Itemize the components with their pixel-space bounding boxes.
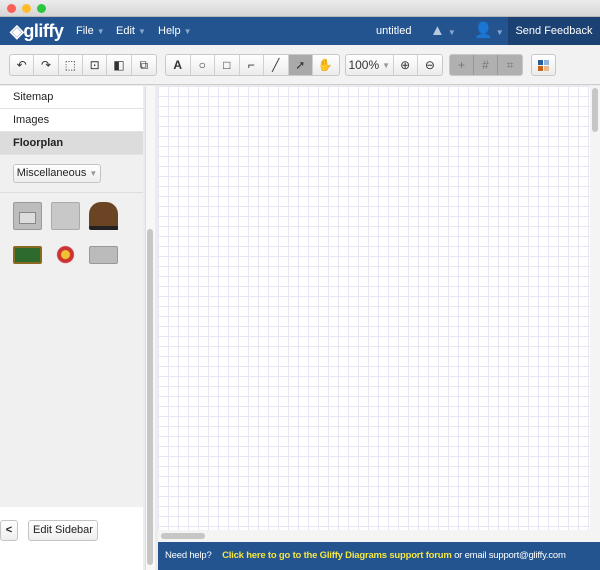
caret-down-icon: ▼	[96, 27, 105, 36]
menu-label: Edit	[116, 25, 135, 37]
send-back-icon[interactable]: ⧉	[132, 55, 156, 75]
caret-down-icon: ▼	[89, 169, 98, 178]
menu-help[interactable]: Help ▼	[158, 25, 192, 37]
maximize-window-button[interactable]	[37, 4, 46, 13]
diagram-canvas[interactable]	[158, 86, 590, 530]
menu-label: Help	[158, 25, 181, 37]
document-title[interactable]: untitled	[376, 25, 411, 37]
canvas-vscroll-thumb[interactable]	[592, 88, 598, 132]
caret-down-icon: ▼	[137, 27, 146, 36]
piano-shape[interactable]	[89, 202, 118, 230]
collapse-sidebar-button[interactable]: <	[0, 520, 18, 541]
hand-icon[interactable]: ✋	[313, 55, 338, 75]
sidebar: Sitemap Images Floorplan Miscellaneous ▼	[0, 86, 143, 507]
undo-icon[interactable]: ↶	[10, 55, 35, 75]
canvas-hscroll-thumb[interactable]	[161, 533, 205, 539]
zoom-out-icon[interactable]: ⊖	[418, 55, 442, 75]
help-prefix: Need help?	[165, 550, 212, 561]
drum-kit-shape[interactable]	[51, 242, 80, 270]
window-titlebar	[0, 0, 600, 17]
bring-front-icon[interactable]: ◧	[107, 55, 132, 75]
close-window-button[interactable]	[7, 4, 16, 13]
minimize-window-button[interactable]	[22, 4, 31, 13]
gliffy-logo[interactable]: ◈gliffy	[10, 21, 64, 42]
sidebar-item-images[interactable]: Images	[0, 109, 143, 132]
send-feedback-button[interactable]: Send Feedback	[508, 17, 600, 45]
line-icon[interactable]: ╱	[264, 55, 289, 75]
menu-file[interactable]: File ▼	[76, 25, 105, 37]
guides-icon[interactable]: +	[450, 55, 474, 75]
connector-icon[interactable]: ⌐	[240, 55, 264, 75]
caret-down-icon: ▼	[382, 60, 391, 70]
group-icon[interactable]: ⊡	[83, 55, 108, 75]
fireplace-shape[interactable]	[89, 246, 118, 264]
select-all-icon[interactable]: ⬚	[59, 55, 83, 75]
canvas-horizontal-scrollbar[interactable]	[158, 530, 590, 542]
toolbar: ↶ ↷ ⬚ ⊡ ◧ ⧉ A ○ □ ⌐ ╱ ➚ ✋ 100% ▼ ⊕ ⊖ + # …	[0, 45, 600, 85]
edit-tools-group: ↶ ↷ ⬚ ⊡ ◧ ⧉	[9, 54, 157, 76]
zoom-dropdown[interactable]: 100% ▼	[346, 55, 394, 75]
pointer-icon[interactable]: ➚	[288, 55, 313, 75]
logo-icon: ◈	[10, 21, 24, 41]
snap-icon[interactable]: ⌗	[498, 55, 522, 75]
sidebar-item-floorplan[interactable]: Floorplan	[0, 132, 143, 155]
help-email-text: or email support@gliffy.com	[454, 550, 566, 561]
sidebar-scrollbar[interactable]	[145, 86, 155, 570]
theme-group	[531, 54, 556, 76]
divider	[0, 192, 143, 193]
category-dropdown[interactable]: Miscellaneous ▼	[13, 164, 101, 183]
caret-down-icon: ▼	[183, 27, 192, 36]
grid-icon[interactable]: #	[474, 55, 498, 75]
redo-icon[interactable]: ↷	[34, 55, 59, 75]
sidebar-scroll-thumb[interactable]	[147, 229, 153, 565]
draw-tools-group: A ○ □ ⌐ ╱ ➚ ✋	[165, 54, 340, 76]
zoom-group: 100% ▼ ⊕ ⊖	[345, 54, 443, 76]
menu-edit[interactable]: Edit ▼	[116, 25, 146, 37]
rectangle-icon[interactable]: □	[215, 55, 240, 75]
sidebar-item-sitemap[interactable]: Sitemap	[0, 86, 143, 109]
logo-text: gliffy	[23, 21, 64, 41]
text-icon[interactable]: A	[166, 55, 191, 75]
help-footer: Need help? Click here to go to the Gliff…	[158, 542, 600, 570]
zoom-in-icon[interactable]: ⊕	[394, 55, 418, 75]
dishwasher-shape[interactable]	[51, 202, 80, 230]
canvas-vertical-scrollbar[interactable]	[590, 86, 600, 542]
menu-label: File	[76, 25, 94, 37]
edit-sidebar-button[interactable]: Edit Sidebar	[28, 520, 98, 541]
top-nav: ◈gliffy File ▼ Edit ▼ Help ▼ untitled ▲ ▼ 👤 ▼…	[0, 17, 600, 45]
sidebar-footer: < Edit Sidebar	[0, 507, 143, 570]
pool-table-shape[interactable]	[13, 246, 42, 264]
support-forum-link[interactable]: Click here to go to the Gliffy Diagrams …	[222, 550, 452, 561]
grid-tools-group: + # ⌗	[449, 54, 523, 76]
ellipse-icon[interactable]: ○	[191, 55, 215, 75]
category-label: Miscellaneous	[16, 167, 87, 179]
zoom-value: 100%	[348, 58, 380, 72]
user-icon[interactable]: 👤 ▼	[474, 21, 504, 39]
google-drive-icon[interactable]: ▲ ▼	[430, 22, 456, 39]
oven-shape[interactable]	[13, 202, 42, 230]
theme-icon[interactable]	[532, 55, 555, 75]
